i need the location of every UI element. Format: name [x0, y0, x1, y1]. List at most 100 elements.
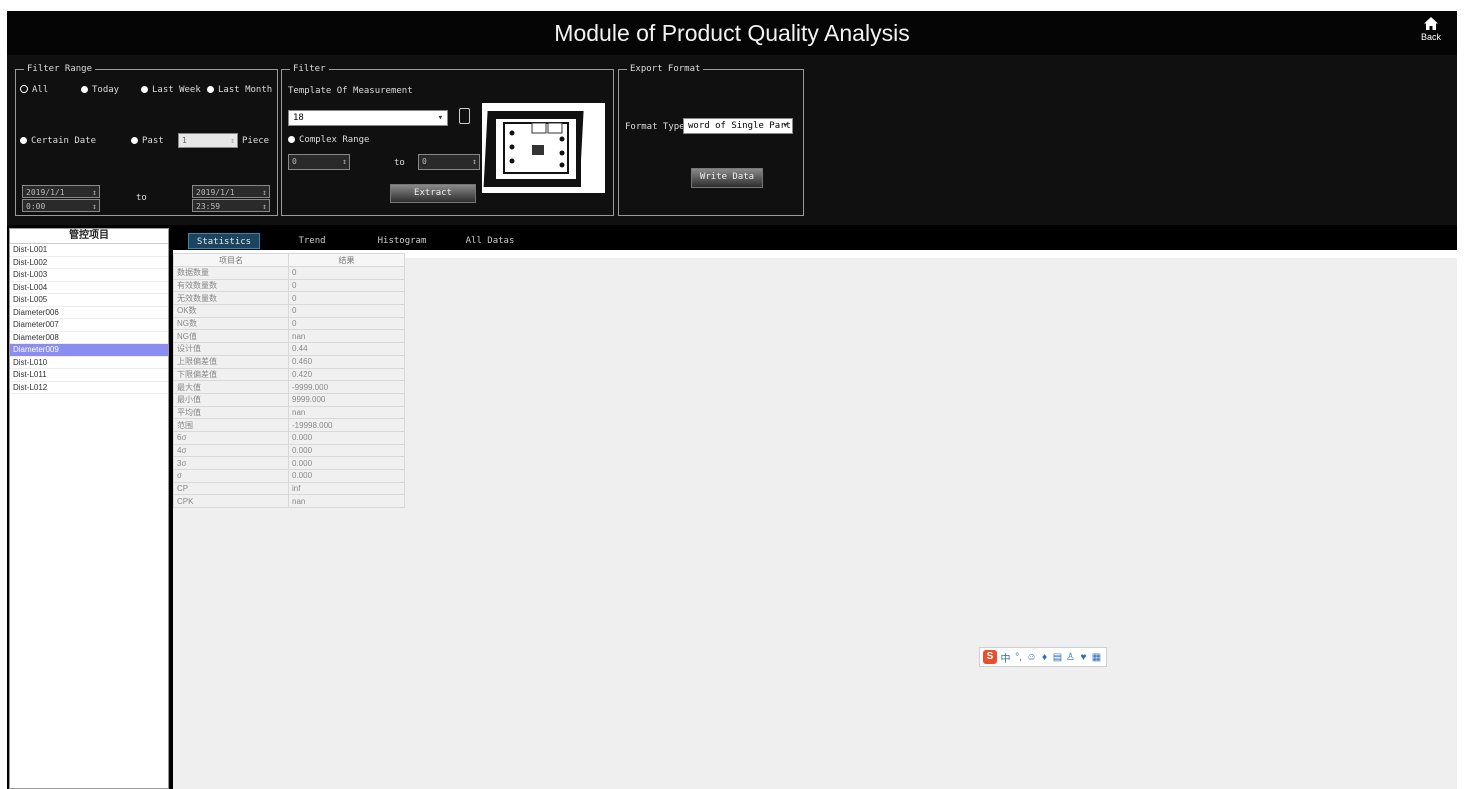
stat-value-cell: 0.000 [288, 443, 405, 458]
stat-value-cell: 0 [288, 266, 405, 280]
radio-indicator-certain-date [20, 137, 27, 144]
stat-name-cell: CP [173, 481, 289, 496]
table-row: 3σ 0.000 [173, 456, 405, 470]
list-item[interactable]: Dist-L002 [10, 257, 168, 269]
table-row: 数据数量 0 [173, 266, 405, 280]
stat-value-cell: 0 [288, 316, 405, 331]
start-date-spinbox[interactable]: 2019/1/1 [22, 185, 100, 200]
stat-value-cell: -19998.000 [288, 418, 405, 432]
list-item[interactable]: Dist-L010 [10, 357, 168, 369]
stat-name-cell: OK数 [173, 304, 289, 318]
radio-certain-date-label: Certain Date [31, 136, 97, 146]
ime-logo-icon[interactable]: S [983, 650, 997, 664]
past-count-spinbox[interactable]: 1 [178, 133, 238, 148]
filter-zone: Filter Range All Today Last Week Last Mo… [7, 55, 1457, 225]
stat-value-cell: 0.44 [288, 342, 405, 356]
range-to-spinbox[interactable]: 0 [418, 154, 480, 170]
tab-statistics[interactable]: Statistics [188, 233, 260, 249]
table-row: 设计值 0.44 [173, 342, 405, 356]
back-label: Back [1420, 32, 1441, 42]
end-date-spinbox[interactable]: 2019/1/1 [192, 185, 270, 200]
export-group: Export Format Format Type word of Single… [618, 63, 804, 216]
range-to-label: to [394, 158, 405, 168]
tab-trend[interactable]: Trend [287, 233, 337, 249]
radio-today[interactable]: Today [81, 85, 119, 95]
back-button[interactable]: Back [1411, 16, 1451, 42]
radio-indicator-today [81, 86, 88, 93]
range-from-spinbox[interactable]: 0 [288, 154, 350, 170]
format-type-select[interactable]: word of Single Part [683, 118, 793, 134]
list-item[interactable]: Diameter007 [10, 319, 168, 332]
list-item[interactable]: Dist-L005 [10, 294, 168, 307]
filter-legend: Filter [290, 63, 329, 75]
stat-name-cell: 平均值 [173, 405, 289, 420]
radio-complex-range[interactable]: Complex Range [288, 135, 369, 145]
list-item[interactable]: Diameter009 [10, 344, 168, 357]
stat-value-cell: 0.000 [288, 469, 405, 483]
stat-value-cell: inf [288, 481, 405, 496]
stat-value-cell: nan [288, 494, 405, 509]
export-legend: Export Format [627, 63, 704, 75]
list-item[interactable]: Dist-L004 [10, 282, 168, 294]
stat-name-cell: CPK [173, 494, 289, 509]
list-item[interactable]: Dist-L011 [10, 369, 168, 382]
stat-name-cell: 最大值 [173, 380, 289, 394]
ime-tools-icon[interactable]: ▦ [1090, 652, 1103, 663]
radio-indicator-all [20, 85, 28, 93]
list-item[interactable]: Dist-L001 [10, 244, 168, 257]
table-row: 最大值 -9999.000 [173, 380, 405, 394]
list-item[interactable]: Diameter008 [10, 332, 168, 344]
radio-past-label: Past [142, 136, 164, 146]
radio-certain-date[interactable]: Certain Date [20, 136, 96, 146]
ime-emoji-icon[interactable]: ☺ [1025, 652, 1038, 663]
ime-skin-icon[interactable]: ♥ [1077, 652, 1090, 663]
write-data-button[interactable]: Write Data [691, 168, 763, 188]
stat-value-cell: 0.420 [288, 367, 405, 382]
radio-past[interactable]: Past [131, 136, 164, 146]
stat-value-cell: 0.000 [288, 456, 405, 470]
radio-indicator-past [131, 137, 138, 144]
app-window: Module of Product Quality Analysis Back … [7, 11, 1457, 789]
statistics-table-body: 数据数量 0 有效数量数 0 无效数量数 0 OK数 0 NG数 0 NG值 nan 设计值 0.44 上限… [173, 266, 405, 509]
ime-keyboard-icon[interactable]: ▤ [1051, 652, 1064, 663]
radio-last-week-label: Last Week [152, 85, 201, 95]
list-item[interactable]: Dist-L003 [10, 269, 168, 282]
refresh-icon[interactable] [459, 108, 470, 124]
start-time-spinbox[interactable]: 0:00 [22, 199, 100, 214]
extract-button[interactable]: Extract [390, 184, 476, 203]
ime-toolbar[interactable]: S 中 °, ☺ ♦ ▤ ♙ ♥ ▦ [979, 647, 1107, 667]
radio-last-week[interactable]: Last Week [141, 85, 201, 95]
table-row: 最小值 9999.000 [173, 392, 405, 407]
stat-name-cell: σ [173, 469, 289, 483]
table-row: NG数 0 [173, 316, 405, 331]
filter-range-legend: Filter Range [24, 63, 96, 75]
ime-punct-icon[interactable]: °, [1012, 652, 1025, 663]
ime-user-icon[interactable]: ♙ [1064, 652, 1077, 663]
template-select[interactable]: 18 [288, 110, 448, 126]
end-time-spinbox[interactable]: 23:59 [192, 199, 270, 214]
table-row: 范围 -19998.000 [173, 418, 405, 432]
table-row: OK数 0 [173, 304, 405, 318]
title-bar: Module of Product Quality Analysis Back [7, 11, 1457, 55]
stat-value-cell: 9999.000 [288, 392, 405, 407]
table-row: CPK nan [173, 494, 405, 509]
table-row: 无效数量数 0 [173, 291, 405, 306]
tab-histogram[interactable]: Histogram [371, 233, 433, 249]
tab-all-datas[interactable]: All Datas [459, 233, 521, 249]
home-icon [1424, 17, 1438, 30]
radio-all[interactable]: All [20, 85, 48, 95]
stat-value-cell: 0.000 [288, 430, 405, 445]
stat-name-cell: 无效数量数 [173, 291, 289, 306]
table-row: NG值 nan [173, 329, 405, 344]
radio-last-month[interactable]: Last Month [207, 85, 272, 95]
stat-name-cell: NG值 [173, 329, 289, 344]
stat-value-cell: 0 [288, 291, 405, 306]
table-row: 下限偏差值 0.420 [173, 367, 405, 382]
stat-value-cell: 0.460 [288, 354, 405, 369]
list-item[interactable]: Diameter006 [10, 307, 168, 319]
list-item[interactable]: Dist-L012 [10, 382, 168, 394]
ime-voice-icon[interactable]: ♦ [1038, 652, 1051, 663]
stat-name-cell: 上限偏差值 [173, 354, 289, 369]
radio-last-month-label: Last Month [218, 85, 273, 95]
ime-chinese-icon[interactable]: 中 [999, 650, 1012, 665]
